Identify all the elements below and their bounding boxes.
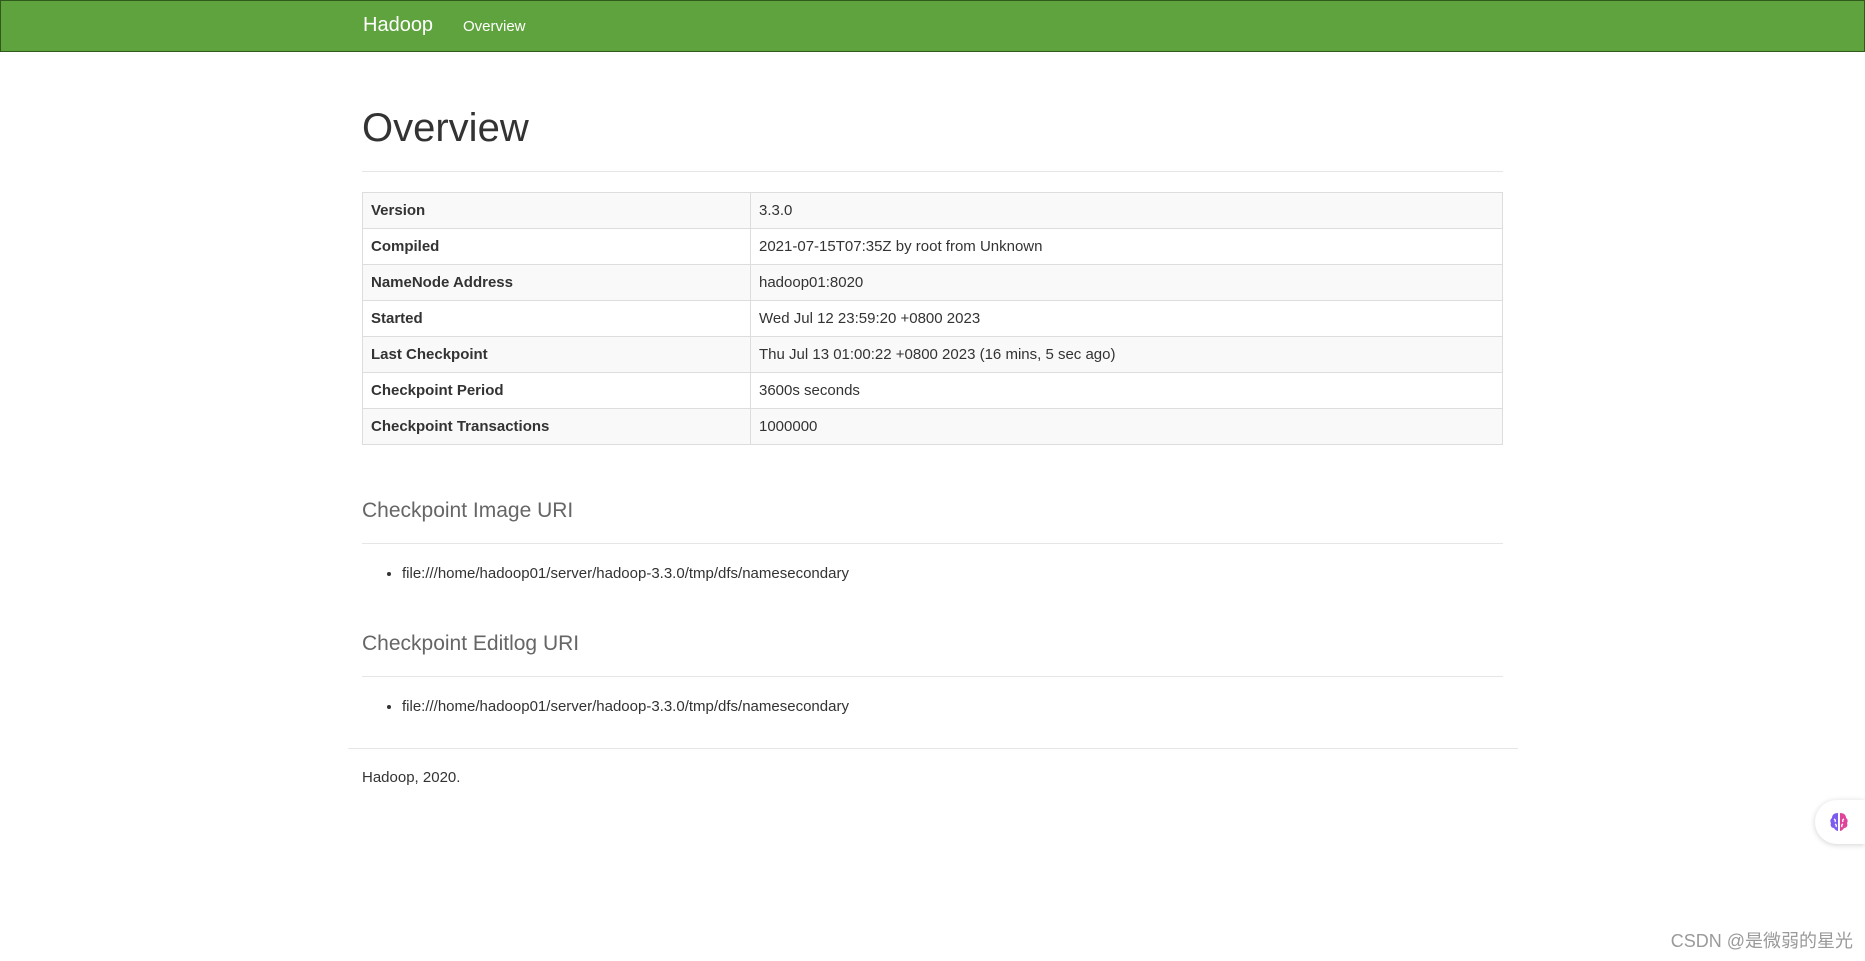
row-key: Checkpoint Transactions xyxy=(362,408,751,445)
editlog-uri-list: file:///home/hadoop01/server/hadoop-3.3.… xyxy=(362,698,849,715)
row-value: 3.3.0 xyxy=(750,192,1503,229)
table-row: Checkpoint Period 3600s seconds xyxy=(362,372,1503,409)
row-value: hadoop01:8020 xyxy=(750,264,1503,301)
row-value: Thu Jul 13 01:00:22 +0800 2023 (16 mins,… xyxy=(750,336,1503,373)
row-value: Wed Jul 12 23:59:20 +0800 2023 xyxy=(750,300,1503,337)
footer-divider xyxy=(348,748,1518,749)
csdn-watermark: CSDN @是微弱的星光 xyxy=(1670,931,1853,951)
table-row: NameNode Address hadoop01:8020 xyxy=(362,264,1503,301)
page-title: Overview xyxy=(362,106,529,150)
list-item: file:///home/hadoop01/server/hadoop-3.3.… xyxy=(402,565,849,582)
nav-link-overview[interactable]: Overview xyxy=(463,18,526,35)
editlog-uri-divider xyxy=(362,676,1503,677)
title-divider xyxy=(362,171,1503,172)
row-value: 1000000 xyxy=(750,408,1503,445)
row-key: Last Checkpoint xyxy=(362,336,751,373)
image-uri-list: file:///home/hadoop01/server/hadoop-3.3.… xyxy=(362,565,849,582)
floating-assistant-button[interactable] xyxy=(1815,800,1865,844)
editlog-uri-heading: Checkpoint Editlog URI xyxy=(362,632,580,655)
table-row: Compiled 2021-07-15T07:35Z by root from … xyxy=(362,228,1503,265)
row-key: Started xyxy=(362,300,751,337)
row-value: 2021-07-15T07:35Z by root from Unknown xyxy=(750,228,1503,265)
overview-table: Version 3.3.0 Compiled 2021-07-15T07:35Z… xyxy=(362,192,1503,445)
footer-text: Hadoop, 2020. xyxy=(362,769,461,786)
row-key: Version xyxy=(362,192,751,229)
brain-icon xyxy=(1830,813,1848,831)
row-value: 3600s seconds xyxy=(750,372,1503,409)
row-key: NameNode Address xyxy=(362,264,751,301)
table-row: Last Checkpoint Thu Jul 13 01:00:22 +080… xyxy=(362,336,1503,373)
brand-link[interactable]: Hadoop xyxy=(363,14,433,37)
row-key: Compiled xyxy=(362,228,751,265)
table-row: Checkpoint Transactions 1000000 xyxy=(362,408,1503,445)
table-row: Version 3.3.0 xyxy=(362,192,1503,229)
image-uri-heading: Checkpoint Image URI xyxy=(362,499,574,522)
image-uri-divider xyxy=(362,543,1503,544)
row-key: Checkpoint Period xyxy=(362,372,751,409)
list-item: file:///home/hadoop01/server/hadoop-3.3.… xyxy=(402,698,849,715)
top-navbar: Hadoop Overview xyxy=(0,0,1865,52)
table-row: Started Wed Jul 12 23:59:20 +0800 2023 xyxy=(362,300,1503,337)
